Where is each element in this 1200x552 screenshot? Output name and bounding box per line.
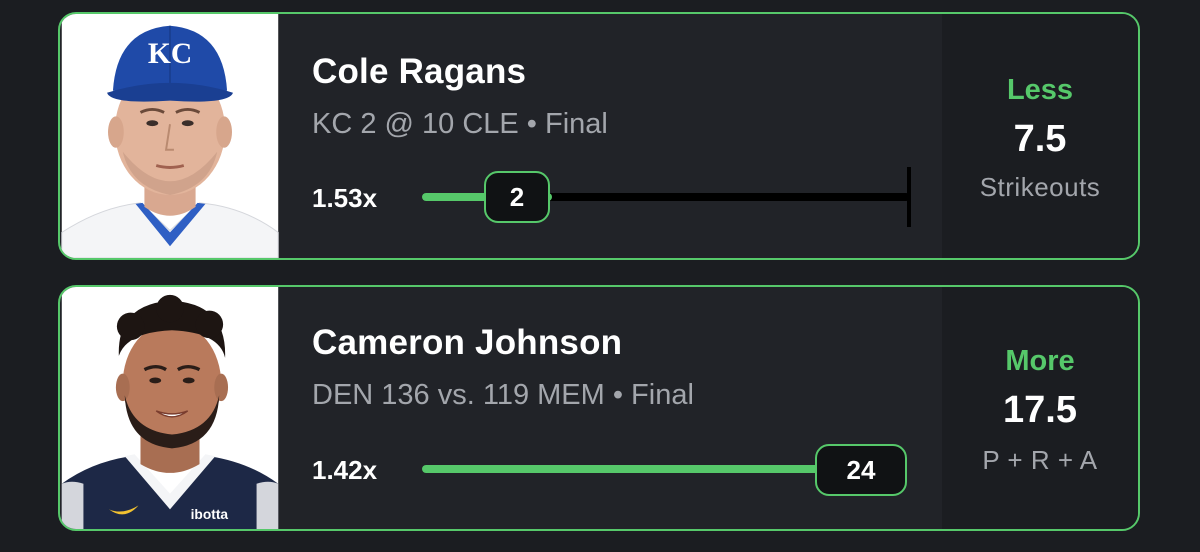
payout-multiplier: 1.42x [312, 455, 378, 485]
pick-direction: More [1005, 345, 1075, 377]
jersey-sponsor-text: ibotta [191, 507, 229, 522]
pick-stat-type: Strikeouts [979, 172, 1101, 202]
pick-stat-type: P + R + A [982, 445, 1098, 475]
pick-card-cameron-johnson[interactable]: ibotta Cameron Johnson DEN 136 vs. 119 M… [58, 285, 1140, 531]
game-status: KC 2 @ 10 CLE • Final [312, 108, 608, 140]
cap-logo: KC [148, 38, 192, 70]
player-name: Cameron Johnson [312, 323, 623, 362]
actual-value-badge: 2 [484, 171, 550, 223]
progress-fill [422, 465, 862, 473]
progress-target-marker [907, 167, 911, 227]
pick-line-value: 17.5 [1003, 389, 1077, 431]
player-photo: ibotta [60, 287, 280, 529]
actual-value-badge: 24 [815, 444, 907, 496]
player-photo: KC [60, 14, 280, 258]
game-status: DEN 136 vs. 119 MEM • Final [312, 379, 694, 411]
player-headshot-icon: ibotta [61, 287, 279, 529]
pick-direction: Less [1006, 74, 1074, 106]
player-headshot-icon: KC [61, 14, 279, 258]
pick-line-value: 7.5 [1013, 118, 1067, 160]
pick-line-panel: Less 7.5 Strikeouts [942, 14, 1138, 258]
pick-line-panel: More 17.5 P + R + A [942, 287, 1138, 529]
player-name: Cole Ragans [312, 52, 527, 91]
pick-card-cole-ragans[interactable]: KC Cole Ragans KC 2 @ 10 CLE • Final 1.5… [58, 12, 1140, 260]
payout-multiplier: 1.53x [312, 183, 378, 213]
